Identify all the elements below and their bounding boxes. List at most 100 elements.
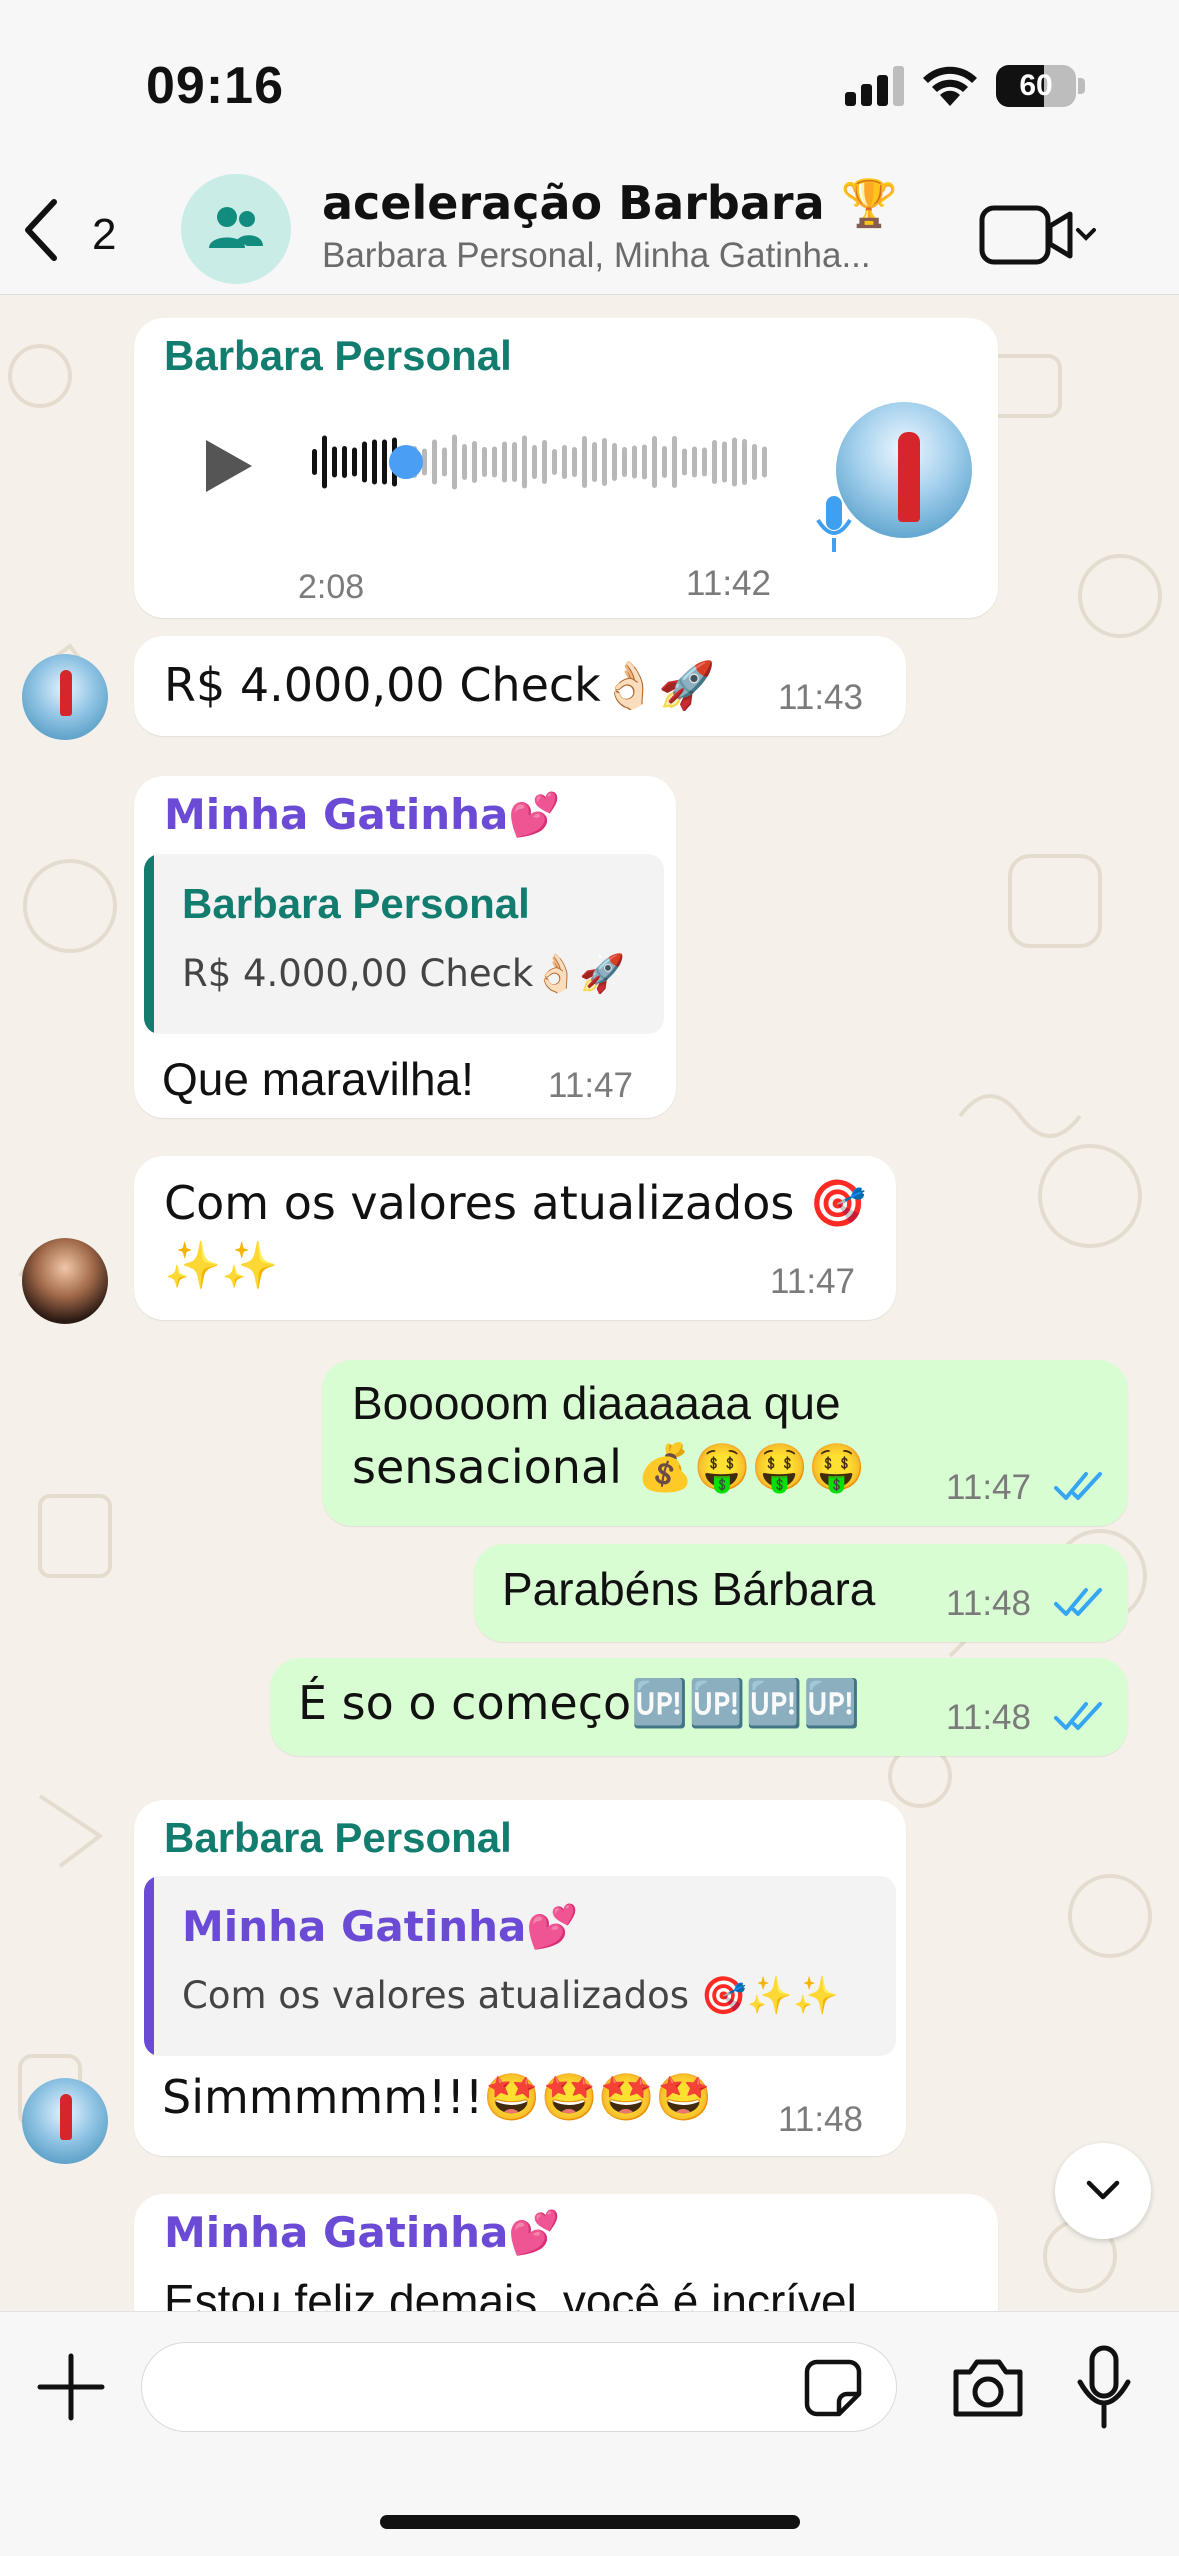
message-audio[interactable]: Barbara Personal 2:08 11:42 xyxy=(134,318,998,618)
waveform-bar xyxy=(722,441,727,483)
playback-position-knob[interactable] xyxy=(389,445,423,479)
waveform-bar xyxy=(512,442,517,482)
sticker-icon[interactable] xyxy=(803,2358,863,2418)
waveform-bar xyxy=(742,439,747,485)
microphone-icon xyxy=(816,496,852,552)
sender-avatar[interactable] xyxy=(22,654,108,740)
waveform-bar xyxy=(652,436,657,488)
waveform-bar xyxy=(352,447,357,477)
audio-waveform[interactable] xyxy=(310,422,770,502)
message-outgoing[interactable]: Parabéns Bárbara 11:48 xyxy=(474,1544,1128,1642)
waveform-bar xyxy=(492,446,497,478)
message-text: É so o começo🆙🆙🆙🆙 xyxy=(298,1676,861,1730)
waveform-bar xyxy=(502,441,507,483)
play-icon[interactable] xyxy=(198,436,258,496)
message-text: Parabéns Bárbara xyxy=(502,1563,876,1615)
quoted-text: Com os valores atualizados 🎯✨✨ xyxy=(182,1974,839,2017)
waveform-bar xyxy=(712,440,717,484)
waveform-bar xyxy=(592,442,597,482)
waveform-bar xyxy=(752,444,757,480)
quoted-message[interactable]: Barbara Personal R$ 4.000,00 Check👌🏻🚀 xyxy=(144,854,664,1034)
plus-icon[interactable] xyxy=(36,2352,106,2422)
message-time: 11:48 xyxy=(778,2100,863,2139)
sender-avatar[interactable] xyxy=(22,1238,108,1324)
message-sender: Minha Gatinha💕 xyxy=(164,2208,561,2257)
waveform-bar xyxy=(522,435,527,489)
waveform-bar xyxy=(382,439,387,485)
message-time: 11:47 xyxy=(548,1066,633,1105)
message-text: Estou feliz demais, você é incrível xyxy=(164,2275,857,2311)
message-time: 11:43 xyxy=(778,678,863,717)
message-outgoing[interactable]: É so o começo🆙🆙🆙🆙 11:48 xyxy=(270,1658,1128,1756)
message-text-line2: ✨✨ xyxy=(164,1238,279,1292)
waveform-bar xyxy=(562,445,567,479)
waveform-bar xyxy=(662,446,667,478)
group-avatar[interactable] xyxy=(181,174,291,284)
quote-bar xyxy=(144,1876,154,2056)
chat-area[interactable]: Barbara Personal 2:08 11:42 R$ 4.000,00 … xyxy=(0,296,1179,2311)
message-bubble[interactable]: Com os valores atualizados 🎯 ✨✨ 11:47 xyxy=(134,1156,896,1320)
quoted-message[interactable]: Minha Gatinha💕 Com os valores atualizado… xyxy=(144,1876,896,2056)
battery-icon: 60 xyxy=(996,65,1076,107)
waveform-bar xyxy=(582,436,587,488)
waveform-bar xyxy=(372,439,377,485)
microphone-icon[interactable] xyxy=(1076,2344,1132,2430)
message-composer xyxy=(0,2311,1179,2556)
waveform-bar xyxy=(342,446,347,478)
chat-title[interactable]: aceleração Barbara 🏆 xyxy=(322,176,898,231)
scroll-to-bottom-button[interactable] xyxy=(1055,2143,1151,2239)
waveform-bar xyxy=(442,447,447,477)
waveform-bar xyxy=(612,443,617,481)
status-time: 09:16 xyxy=(146,57,284,115)
waveform-bar xyxy=(572,447,577,477)
quote-bar xyxy=(144,854,154,1034)
message-text: Booooom diaaaaaa que xyxy=(352,1377,841,1429)
double-check-icon xyxy=(1054,1472,1102,1500)
waveform-bar xyxy=(552,449,557,475)
waveform-bar xyxy=(732,437,737,487)
home-indicator xyxy=(380,2515,800,2529)
waveform-bar xyxy=(682,448,687,476)
waveform-bar xyxy=(452,434,457,490)
message-text: Com os valores atualizados 🎯 xyxy=(164,1176,867,1230)
chat-header: 2 aceleração Barbara 🏆 Barbara Personal,… xyxy=(0,170,1179,295)
quoted-sender: Barbara Personal xyxy=(182,880,530,927)
message-time: 11:48 xyxy=(946,1698,1031,1737)
waveform-bar xyxy=(762,446,767,478)
group-icon xyxy=(209,207,263,248)
camera-icon[interactable] xyxy=(950,2352,1026,2422)
message-text: Que maravilha! xyxy=(162,1053,474,1105)
waveform-bar xyxy=(672,436,677,488)
sender-avatar[interactable] xyxy=(22,2078,108,2164)
chat-participants[interactable]: Barbara Personal, Minha Gatinha... xyxy=(322,236,871,276)
waveform-bar xyxy=(362,441,367,483)
back-button[interactable]: 2 xyxy=(20,188,130,268)
message-bubble[interactable]: Minha Gatinha💕 Estou feliz demais, você … xyxy=(134,2194,998,2311)
waveform-bar xyxy=(622,447,627,477)
audio-duration: 2:08 xyxy=(298,568,365,606)
message-reply[interactable]: Barbara Personal Minha Gatinha💕 Com os v… xyxy=(134,1800,906,2156)
waveform-bar xyxy=(632,445,637,479)
message-bubble[interactable]: R$ 4.000,00 Check👌🏻🚀 11:43 xyxy=(134,636,906,736)
message-reply[interactable]: Minha Gatinha💕 Barbara Personal R$ 4.000… xyxy=(134,776,676,1118)
video-call-icon[interactable] xyxy=(978,200,1098,270)
message-sender: Minha Gatinha💕 xyxy=(164,790,561,839)
message-outgoing[interactable]: Booooom diaaaaaa que sensacional 💰🤑🤑🤑 11… xyxy=(322,1360,1128,1526)
waveform-bar xyxy=(542,440,547,484)
waveform-bar xyxy=(472,441,477,483)
waveform-bar xyxy=(462,444,467,480)
battery-percent: 60 xyxy=(1019,69,1053,102)
unread-count: 2 xyxy=(92,210,117,259)
quoted-sender: Minha Gatinha💕 xyxy=(182,1902,579,1951)
waveform-bar xyxy=(532,445,537,479)
message-input[interactable] xyxy=(141,2342,897,2432)
message-time: 11:47 xyxy=(946,1468,1031,1507)
waveform-bar xyxy=(702,447,707,477)
cellular-signal-icon xyxy=(845,66,905,106)
waveform-bar xyxy=(312,449,317,475)
status-bar: 09:16 60 xyxy=(0,0,1179,170)
message-time: 11:47 xyxy=(770,1262,855,1301)
message-time: 11:42 xyxy=(686,564,771,603)
chevron-left-icon xyxy=(25,199,57,261)
message-sender: Barbara Personal xyxy=(164,1814,512,1861)
